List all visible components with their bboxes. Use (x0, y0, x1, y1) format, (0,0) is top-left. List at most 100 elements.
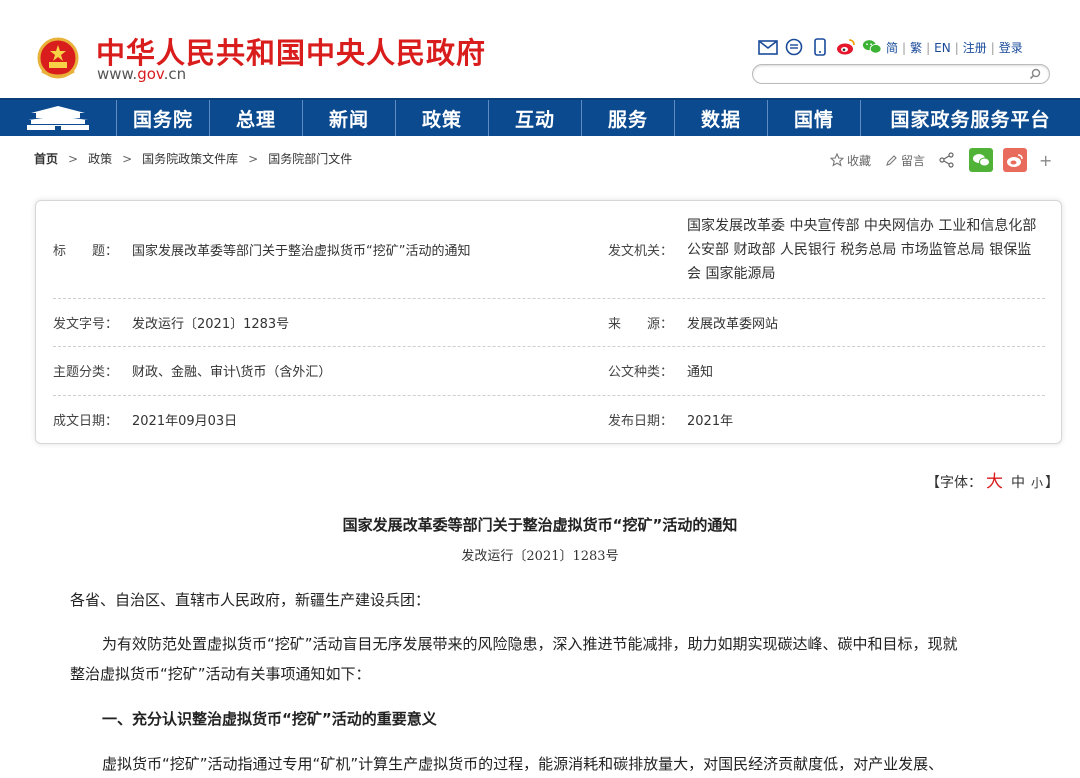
cell: 发文字号： (53, 298, 118, 346)
wechat-icon (973, 154, 991, 167)
link-separator: | (926, 40, 931, 55)
cell: 发布日期： (608, 395, 673, 443)
published-date-value: 2021年 (687, 413, 734, 429)
doctype-label: 公文种类： (608, 365, 674, 380)
cell: 成文日期： (53, 395, 118, 443)
chevron-right-icon: > (68, 151, 79, 166)
comment-button[interactable]: 留言 (885, 152, 925, 169)
chevron-right-icon: > (248, 151, 259, 166)
issuer-value: 国家发展改革委 中央宣传部 中央网信办 工业和信息化部 公安部 财政部 人民银行… (687, 217, 1037, 282)
favorite-label: 收藏 (847, 153, 872, 168)
font-size-prefix: 【字体： (926, 475, 982, 491)
nav-home-button[interactable] (0, 100, 117, 136)
link-separator: | (902, 40, 907, 55)
title-value: 国家发展改革委等部门关于整治虚拟货币“挖矿”活动的通知 (132, 244, 471, 259)
font-small-button[interactable]: 小 (1031, 476, 1043, 490)
font-large-button[interactable]: 大 (986, 472, 1003, 492)
article-salutation: 各省、自治区、直辖市人民政府，新疆生产建设兵团： (70, 591, 431, 609)
article-paragraph: 虚拟货币“挖矿”活动指通过专用“矿机”计算生产虚拟货币的过程，能源消耗和碳排放量… (102, 755, 944, 773)
info-row-dates: 成文日期： 2021年09月03日 发布日期： 2021年 (53, 395, 1045, 443)
lang-simplified-link[interactable]: 简 (886, 39, 898, 56)
cell: 发改运行〔2021〕1283号 (132, 298, 289, 346)
login-link[interactable]: 登录 (999, 39, 1023, 56)
more-share-icon[interactable]: + (1039, 151, 1052, 170)
cell: 财政、金融、审计\货币（含外汇） (132, 346, 331, 395)
lang-english-link[interactable]: EN (934, 41, 951, 55)
national-emblem-icon[interactable] (36, 37, 80, 81)
share-icon (939, 152, 954, 168)
published-date-label: 发布日期： (608, 413, 674, 429)
tiananmen-icon (27, 106, 89, 130)
link-separator: | (954, 40, 959, 55)
info-row-docno: 发文字号： 发改运行〔2021〕1283号 来 源： 发展改革委网站 (53, 298, 1045, 347)
cell: 国家发展改革委等部门关于整治虚拟货币“挖矿”活动的通知 (132, 201, 592, 298)
favorite-button[interactable]: 收藏 (830, 152, 871, 169)
info-row-title: 标 题： 国家发展改革委等部门关于整治虚拟货币“挖矿”活动的通知 发文机关： 国… (53, 201, 1045, 299)
search-input[interactable] (752, 64, 1050, 84)
breadcrumb-policy-library[interactable]: 国务院政策文件库 (142, 150, 238, 167)
source-value: 发展改革委网站 (687, 316, 779, 332)
article-section-heading: 一、充分认识整治虚拟货币“挖矿”活动的重要意义 (102, 710, 437, 728)
main-nav: 国务院 总理 新闻 政策 互动 服务 数据 国情 国家政务服务平台 (0, 98, 1080, 136)
cell: 标 题： (53, 201, 118, 298)
breadcrumb-policy[interactable]: 政策 (88, 150, 112, 167)
mail-icon[interactable] (758, 38, 778, 56)
share-tools: 收藏 留言 + (830, 148, 1052, 172)
search-icon[interactable] (1029, 68, 1041, 80)
nav-state-council[interactable]: 国务院 (117, 100, 210, 136)
font-size-control: 【字体：大中小】 (926, 467, 1059, 492)
docno-value: 发改运行〔2021〕1283号 (132, 316, 290, 332)
source-label: 来 源： (608, 316, 674, 332)
register-link[interactable]: 注册 (963, 39, 987, 56)
docno-label: 发文字号： (53, 316, 119, 332)
lang-traditional-link[interactable]: 繁 (910, 39, 922, 56)
url-suffix: .cn (163, 65, 187, 83)
info-row-topic: 主题分类： 财政、金融、审计\货币（含外汇） 公文种类： 通知 (53, 346, 1045, 396)
cell: 国家发展改革委 中央宣传部 中央网信办 工业和信息化部 公安部 财政部 人民银行… (687, 201, 1043, 298)
cell: 主题分类： (53, 346, 118, 395)
breadcrumb: 首页 > 政策 > 国务院政策文件库 > 国务院部门文件 (34, 150, 352, 167)
chevron-right-icon: > (122, 151, 133, 166)
document-info-table: 标 题： 国家发展改革委等部门关于整治虚拟货币“挖矿”活动的通知 发文机关： 国… (35, 200, 1062, 444)
breadcrumb-department-docs[interactable]: 国务院部门文件 (268, 150, 352, 167)
nav-national-info[interactable]: 国情 (768, 100, 861, 136)
wechat-share-button[interactable] (969, 148, 994, 172)
nav-news[interactable]: 新闻 (303, 100, 396, 136)
nav-gov-service-platform[interactable]: 国家政务服务平台 (861, 100, 1080, 136)
url-prefix: www. (97, 65, 138, 83)
weibo-icon (1007, 153, 1023, 167)
nav-services[interactable]: 服务 (582, 100, 675, 136)
wechat-icon[interactable] (862, 38, 882, 56)
nav-policy[interactable]: 政策 (396, 100, 489, 136)
weibo-icon[interactable] (836, 38, 856, 56)
written-date-value: 2021年09月03日 (132, 413, 238, 429)
article-title: 国家发展改革委等部门关于整治虚拟货币“挖矿”活动的通知 (342, 516, 738, 534)
topic-value: 财政、金融、审计\货币（含外汇） (132, 365, 332, 380)
message-icon[interactable] (784, 38, 804, 56)
url-domain: gov (137, 65, 164, 83)
mobile-icon[interactable] (810, 38, 830, 56)
header-links: 简 | 繁 | EN | 注册 | 登录 (886, 39, 1023, 56)
weibo-share-button[interactable] (1003, 148, 1028, 172)
breadcrumb-home[interactable]: 首页 (34, 150, 58, 167)
article-paragraph-continued: 整治虚拟货币“挖矿”活动有关事项通知如下： (70, 665, 371, 683)
comment-label: 留言 (901, 153, 926, 168)
pencil-icon (886, 154, 897, 166)
nav-data[interactable]: 数据 (675, 100, 768, 136)
topic-label: 主题分类： (53, 365, 119, 380)
written-date-label: 成文日期： (53, 413, 119, 429)
star-icon (830, 153, 844, 167)
cell: 通知 (687, 346, 713, 395)
share-button[interactable] (939, 152, 955, 168)
nav-interaction[interactable]: 互动 (489, 100, 582, 136)
cell: 2021年 (687, 395, 733, 443)
cell: 发展改革委网站 (687, 298, 778, 346)
article-doc-number: 发改运行〔2021〕1283号 (461, 549, 619, 564)
font-size-suffix: 】 (1045, 475, 1060, 491)
cell: 来 源： (608, 298, 673, 346)
font-medium-button[interactable]: 中 (1011, 475, 1025, 491)
site-url: www.gov.cn (97, 65, 186, 83)
doctype-value: 通知 (687, 365, 714, 380)
nav-premier[interactable]: 总理 (210, 100, 303, 136)
header-icons (758, 37, 882, 57)
